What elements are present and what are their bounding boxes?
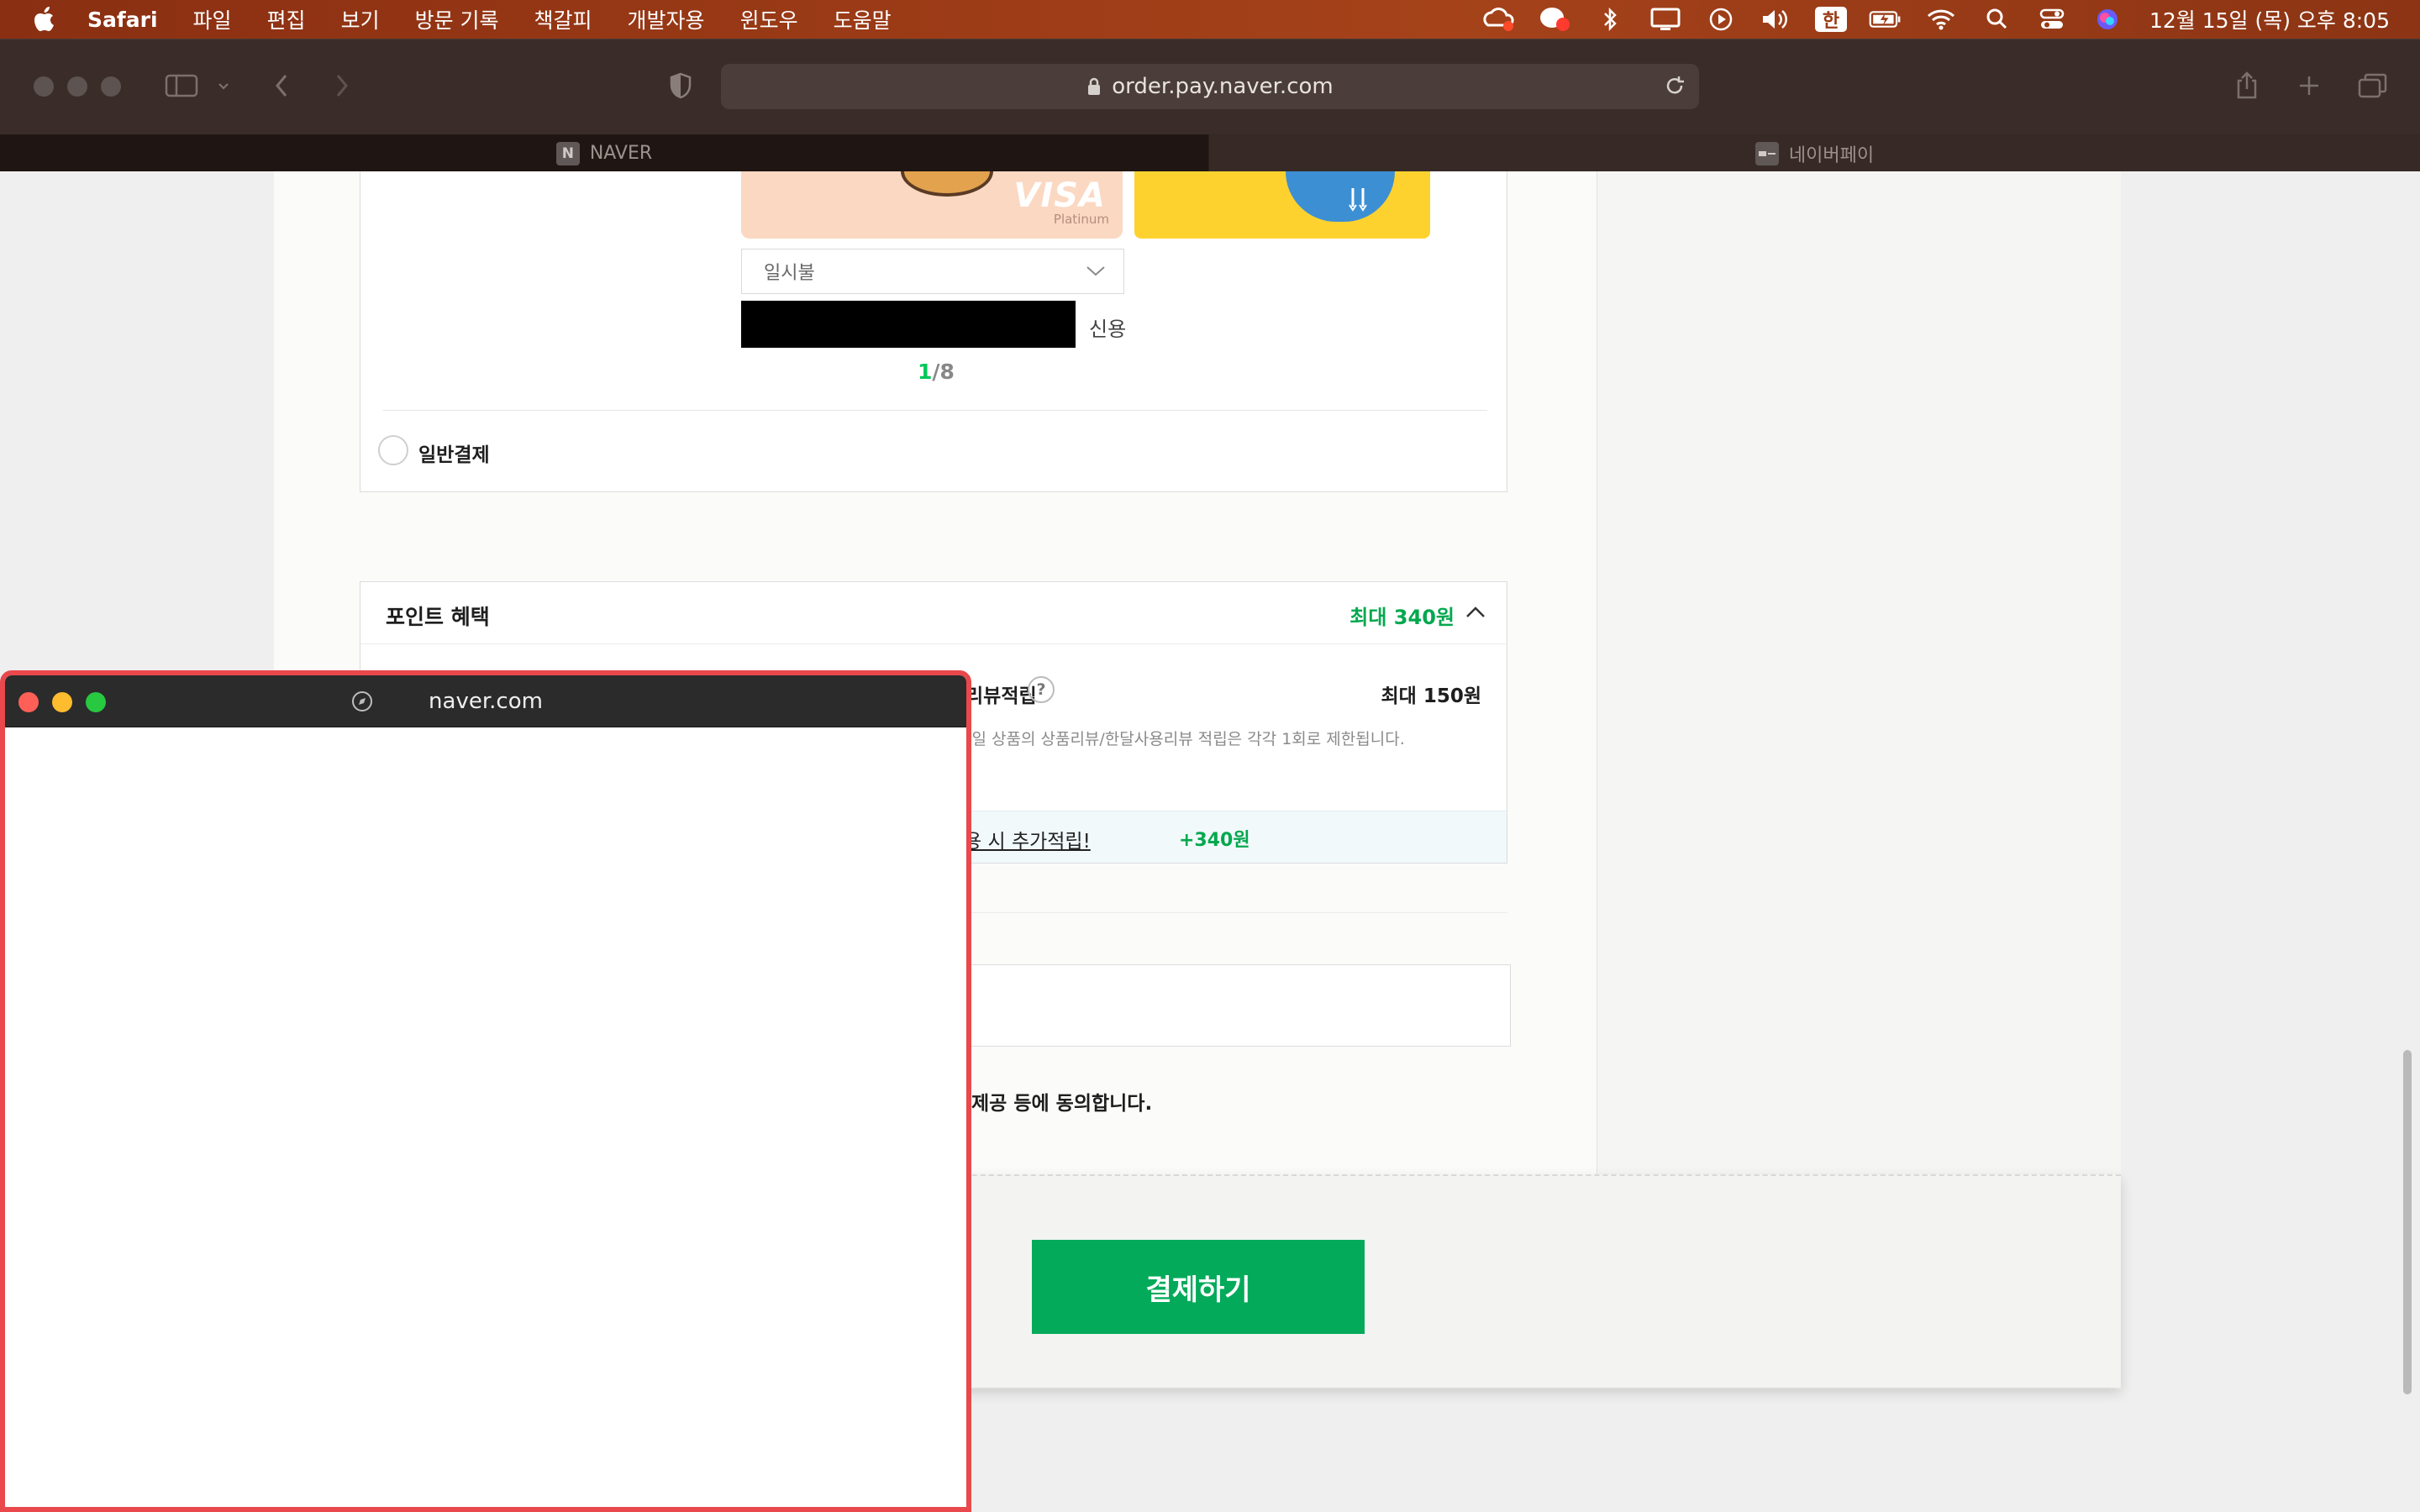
card-image-secondary[interactable] [1134, 171, 1430, 239]
card-image-visa[interactable]: VISA Platinum [741, 171, 1123, 239]
macos-menubar: Safari 파일 편집 보기 방문 기록 책갈피 개발자용 윈도우 도움말 한 [0, 0, 2420, 39]
points-header[interactable]: 포인트 혜택 최대 340원 [360, 582, 1507, 644]
pay-button[interactable]: 결제하기 [1032, 1240, 1365, 1334]
menu-file[interactable]: 파일 [193, 4, 232, 34]
chevron-up-icon[interactable] [1465, 604, 1486, 624]
card-tier: Platinum [1053, 212, 1109, 227]
page-scrollbar[interactable] [2403, 1050, 2412, 1394]
card-pager: 1/8 [918, 360, 955, 384]
tab-naverpay[interactable]: 네이버페이 [1208, 134, 2420, 172]
window-minimize-button[interactable] [67, 76, 87, 97]
installment-value: 일시불 [764, 263, 815, 284]
extra-points-amount: +340원 [1179, 830, 1250, 851]
share-icon[interactable] [2232, 65, 2262, 107]
apple-menu-icon[interactable] [34, 5, 59, 34]
menu-develop[interactable]: 개발자용 [628, 4, 705, 34]
lock-icon [1086, 76, 1102, 97]
volume-icon[interactable] [1760, 0, 1793, 39]
general-payment-radio[interactable] [378, 435, 408, 465]
new-tab-icon[interactable] [2294, 65, 2324, 107]
extra-points-link[interactable]: 용 시 추가적립! [964, 825, 1091, 853]
privacy-shield-icon[interactable] [664, 65, 697, 107]
tab-label: 네이버페이 [1788, 144, 1875, 166]
menu-window[interactable]: 윈도우 [740, 4, 798, 34]
input-source-indicator[interactable]: 한 [1814, 7, 1847, 32]
chevron-down-icon [1085, 262, 1107, 284]
window-zoom-button[interactable] [101, 76, 121, 97]
popup-content [5, 727, 966, 1507]
address-bar[interactable]: order.pay.naver.com [721, 64, 1699, 109]
sidebar-menu-chevron-icon[interactable] [215, 65, 232, 107]
points-max-total: 최대 340원 [1349, 606, 1455, 629]
window-close-button[interactable] [34, 76, 54, 97]
battery-icon[interactable] [1869, 0, 1902, 39]
menubar-clock[interactable]: 12월 15일 (목) 오후 8:05 [2149, 4, 2390, 34]
help-icon[interactable]: ? [1028, 676, 1055, 703]
points-title: 포인트 혜택 [386, 605, 490, 629]
card-character-icon [1286, 171, 1395, 222]
menu-bookmarks[interactable]: 책갈피 [534, 4, 592, 34]
card-number-redacted [741, 301, 1076, 348]
sidebar-toggle-icon[interactable] [163, 65, 200, 107]
siri-icon[interactable] [2091, 0, 2124, 39]
browser-toolbar: order.pay.naver.com N NAVER 네이버페이 [0, 39, 2420, 172]
pager-total: /8 [932, 360, 955, 384]
menu-help[interactable]: 도움말 [834, 4, 892, 34]
card-type-label: 신용 [1089, 318, 1127, 341]
reload-icon[interactable] [1664, 74, 1686, 103]
creative-cloud-icon[interactable] [1482, 0, 1516, 39]
app-name-menu[interactable]: Safari [87, 8, 158, 32]
menu-history[interactable]: 방문 기록 [415, 4, 499, 34]
section-divider [383, 410, 1487, 411]
menu-edit[interactable]: 편집 [267, 4, 306, 34]
popup-window: naver.com [0, 670, 971, 1512]
tab-label: NAVER [589, 143, 653, 164]
control-center-icon[interactable] [2035, 0, 2069, 39]
url-text: order.pay.naver.com [1112, 74, 1334, 99]
tab-naver[interactable]: N NAVER [0, 134, 1208, 172]
naver-favicon-icon: N [555, 141, 580, 165]
pager-current: 1 [918, 360, 933, 384]
back-icon[interactable] [269, 65, 294, 107]
bluetooth-icon[interactable] [1593, 0, 1627, 39]
spotlight-search-icon[interactable] [1980, 0, 2013, 39]
status-icons: 한 12월 15일 (목) 오후 8:05 [1460, 0, 2390, 39]
review-points-note: 동일 상품의 상품리뷰/한달사용리뷰 적립은 각각 1회로 제한됩니다. [957, 730, 1405, 748]
forward-icon[interactable] [329, 65, 355, 107]
hoodie-strings-icon [1346, 188, 1371, 219]
card-character-icon [901, 171, 993, 197]
tab-overview-icon[interactable] [2356, 65, 2390, 107]
display-icon[interactable] [1649, 0, 1682, 39]
menu-view[interactable]: 보기 [341, 4, 380, 34]
tab-bar: N NAVER 네이버페이 [0, 134, 2420, 172]
visa-logo: VISA [1013, 176, 1106, 215]
popup-url-text: naver.com [429, 689, 543, 714]
review-points-label: 리뷰적립 [965, 685, 1037, 707]
agreement-text: 제공 등에 동의합니다. [971, 1093, 1153, 1115]
messenger-icon[interactable] [1538, 0, 1571, 39]
wifi-icon[interactable] [1924, 0, 1958, 39]
order-side-column [1597, 171, 2121, 1174]
media-play-icon[interactable] [1704, 0, 1738, 39]
general-payment-label[interactable]: 일반결제 [418, 438, 490, 467]
naverpay-favicon-icon [1754, 141, 1779, 165]
installment-select[interactable]: 일시불 [741, 249, 1124, 294]
review-points-max: 최대 150원 [1381, 685, 1482, 707]
popup-titlebar[interactable]: naver.com [5, 675, 966, 727]
